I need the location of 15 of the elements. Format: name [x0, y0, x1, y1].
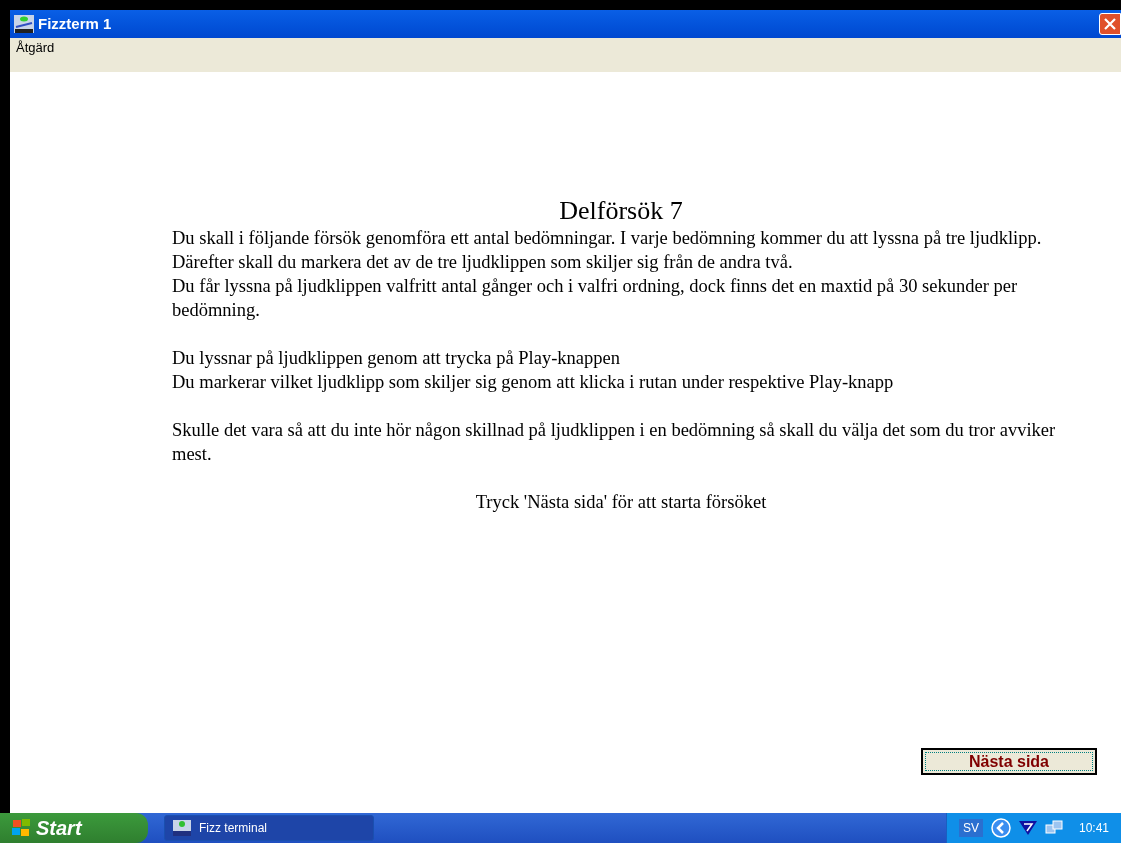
page-heading: Delförsök 7	[558, 196, 684, 226]
instruction-text: Tryck 'Nästa sida' för att starta försöket	[474, 491, 768, 514]
menu-item[interactable]: Åtgärd	[14, 38, 57, 58]
instruction-paragraph: Du skall i följande försök genomföra ett antal bedömningar. I varje bedömning kommer du att lyssna på tre ljudklipp.	[172, 227, 1043, 250]
instruction-paragraph: Därefter skall du markera det av de tre ljudklippen som skiljer sig från de andra två.	[172, 251, 794, 274]
taskbar-task[interactable]: Fizz terminal	[164, 815, 374, 841]
language-indicator[interactable]: SV	[958, 819, 983, 837]
instruction-paragraph: Du lyssnar på ljudklippen genom att trycka på Play-knappen	[172, 347, 621, 370]
next-page-button[interactable]: Nästa sida	[921, 748, 1097, 775]
clock: 10:41	[1078, 820, 1109, 837]
instruction-paragraph: Du får lyssna på ljudklippen valfritt antal gånger och i valfri ordning, dock finns det en maxtid på 30 sekunder per bedömning.	[172, 275, 1019, 322]
instruction-paragraph: Skulle det vara så att du inte hör någon skillnad på ljudklippen i en bedömning så skall du välja det som du tror avviker mest.	[172, 419, 1057, 466]
start-button[interactable]: Start	[0, 813, 148, 843]
window-title: Fizzterm 1	[38, 13, 112, 34]
instruction-paragraph: Du markerar vilket ljudklipp som skiljer sig genom att klicka i rutan under respektive Play-knapp	[172, 371, 895, 394]
